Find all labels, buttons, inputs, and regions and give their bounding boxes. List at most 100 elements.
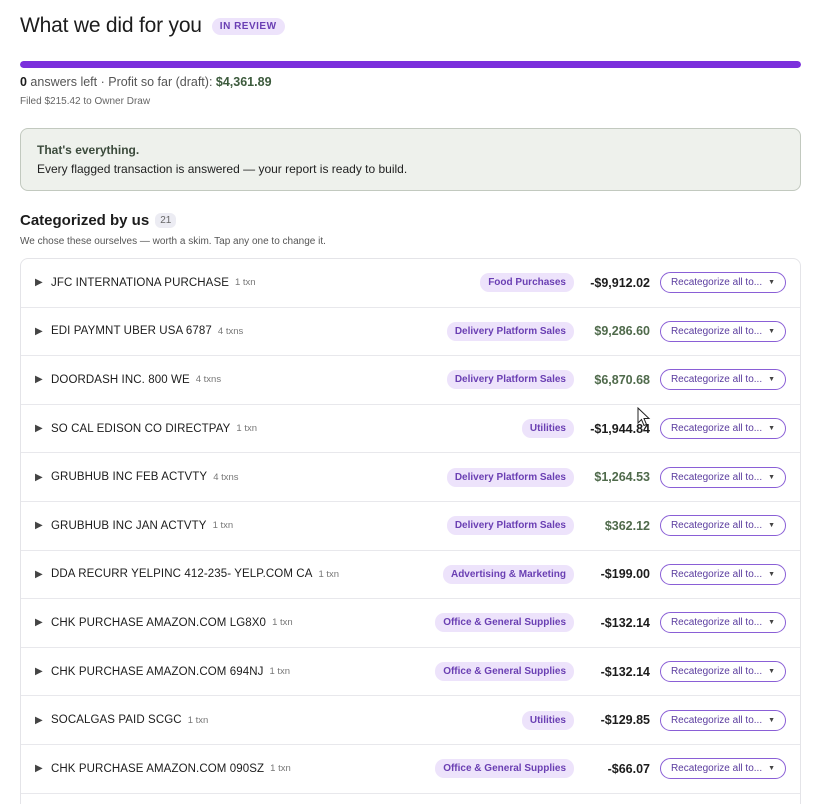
- filed-note: Filed $215.42 to Owner Draw: [20, 96, 151, 107]
- mouse-cursor-icon: [637, 407, 651, 427]
- status-badge: IN REVIEW: [211, 17, 285, 35]
- categorized-list: ▶ JFC INTERNATIONA PURCHASE 1 txn Food Purc…: [20, 258, 801, 804]
- progress-bar-fill: [20, 61, 801, 68]
- caret-right-icon[interactable]: ▶: [35, 326, 45, 337]
- amount-value: -$9,912.02: [590, 275, 650, 290]
- caret-right-icon[interactable]: ▶: [35, 763, 45, 774]
- recategorize-button[interactable]: Recategorize all to... ▼: [660, 563, 786, 585]
- progress-bar: [20, 61, 801, 68]
- list-item[interactable]: ▶ JFC INTERNATIONA PURCHASE 1 txn Food Purc…: [21, 259, 800, 308]
- amount-value: -$199.00: [600, 567, 650, 582]
- list-item[interactable]: ▶ CHK PURCHASE AMAZON.COM LG8X0 1 txn Offic…: [21, 599, 800, 648]
- recategorize-button[interactable]: Recategorize all to... ▼: [660, 272, 786, 294]
- amount-value: $362.12: [604, 518, 650, 533]
- merchant-name: CHK PURCHASE AMAZON.COM LG8X0: [51, 616, 267, 629]
- txn-count: 4 txns: [217, 325, 244, 337]
- amount-value: -$132.14: [600, 615, 650, 630]
- merchant-name: SO CAL EDISON CO DIRECTPAY: [51, 422, 231, 435]
- list-item[interactable]: ▶ CHK PURCHASE AMAZON.COM 090SZ 1 txn Offic…: [21, 745, 800, 794]
- merchant-name: JFC INTERNATIONA PURCHASE: [51, 276, 229, 289]
- recategorize-label: Recategorize all to...: [670, 325, 763, 337]
- page-title: What we did for you: [20, 14, 202, 37]
- recategorize-button[interactable]: Recategorize all to... ▼: [660, 758, 786, 780]
- chevron-down-icon: ▼: [768, 279, 776, 287]
- amount-value: $6,870.68: [594, 372, 650, 387]
- recategorize-label: Recategorize all to...: [670, 666, 763, 678]
- category-badge: Delivery Platform Sales: [446, 516, 574, 536]
- recategorize-button[interactable]: Recategorize all to... ▼: [660, 709, 786, 731]
- chevron-down-icon: ▼: [768, 570, 776, 578]
- section-header: Categorized by us 21: [20, 212, 177, 229]
- chevron-down-icon: ▼: [768, 473, 776, 481]
- recategorize-button[interactable]: Recategorize all to... ▼: [660, 320, 786, 342]
- answers-left-text: answers left · Profit so far (draft):: [26, 75, 216, 89]
- recategorize-label: Recategorize all to...: [670, 423, 763, 435]
- list-item[interactable]: ▶ EDI PAYMNT UBER USA 6787 4 txns Delivery …: [21, 308, 800, 357]
- section-count-badge: 21: [155, 213, 177, 228]
- answers-left-count: 0: [20, 75, 27, 89]
- category-badge: Office & General Supplies: [435, 759, 574, 779]
- amount-value: -$66.07: [607, 761, 650, 776]
- recategorize-label: Recategorize all to...: [670, 374, 763, 386]
- txn-count: 1 txn: [236, 423, 257, 435]
- list-item[interactable]: ▶ CHK PURCHASE AMAZON.COM 694NJ 1 txn Offic…: [21, 648, 800, 697]
- recategorize-label: Recategorize all to...: [670, 763, 763, 775]
- category-badge: Delivery Platform Sales: [446, 321, 574, 341]
- page-header: What we did for you IN REVIEW: [20, 14, 285, 38]
- caret-right-icon[interactable]: ▶: [35, 569, 45, 580]
- merchant-name: GRUBHUB INC JAN ACTVTY: [51, 519, 207, 532]
- chevron-down-icon: ▼: [768, 668, 776, 676]
- list-item[interactable]: ▶ DDA RECURR YELPINC 412-235- YELP.COM CA…: [21, 551, 800, 600]
- recategorize-label: Recategorize all to...: [670, 714, 763, 726]
- recategorize-button[interactable]: Recategorize all to... ▼: [660, 369, 786, 391]
- recategorize-label: Recategorize all to...: [670, 520, 763, 532]
- recategorize-button[interactable]: Recategorize all to... ▼: [660, 466, 786, 488]
- profit-value: $4,361.89: [215, 75, 272, 89]
- list-item[interactable]: ▶ GRUBHUB INC FEB ACTVTY 4 txns Delivery Pl…: [21, 453, 800, 502]
- chevron-down-icon: ▼: [768, 619, 776, 627]
- recategorize-label: Recategorize all to...: [670, 617, 763, 629]
- caret-right-icon[interactable]: ▶: [35, 374, 45, 385]
- caret-right-icon[interactable]: ▶: [35, 277, 45, 288]
- caret-right-icon[interactable]: ▶: [35, 472, 45, 483]
- section-title: Categorized by us: [20, 212, 150, 229]
- list-item[interactable]: ▶ SOCALGAS PAID SCGC 1 txn Utilities -$129.8…: [21, 696, 800, 745]
- amount-value: $9,286.60: [594, 324, 650, 339]
- summary-line: 0 answers left · Profit so far (draft): …: [20, 75, 272, 89]
- recategorize-button[interactable]: Recategorize all to... ▼: [660, 612, 786, 634]
- caret-right-icon[interactable]: ▶: [35, 715, 45, 726]
- txn-count: 4 txns: [213, 471, 239, 483]
- list-item[interactable]: ▶ SO CAL EDISON CO DIRECTPAY 1 txn Utilitie…: [21, 405, 800, 454]
- chevron-down-icon: ▼: [768, 522, 776, 530]
- txn-count: 1 txn: [272, 617, 293, 629]
- category-badge: Utilities: [521, 419, 574, 439]
- merchant-name: DOORDASH INC. 800 WE: [51, 373, 190, 386]
- category-badge: Food Purchases: [480, 273, 574, 293]
- list-item[interactable]: ▶ GRUBHUB INC JAN ACTVTY 1 txn Delivery Pla…: [21, 502, 800, 551]
- caret-right-icon[interactable]: ▶: [35, 666, 45, 677]
- category-badge: Utilities: [521, 710, 574, 730]
- txn-count: 1 txn: [318, 568, 340, 580]
- caret-right-icon[interactable]: ▶: [35, 423, 45, 434]
- recategorize-button[interactable]: Recategorize all to... ▼: [660, 661, 786, 683]
- chevron-down-icon: ▼: [768, 327, 776, 335]
- recategorize-button[interactable]: Recategorize all to... ▼: [660, 515, 786, 537]
- amount-value: $1,264.53: [594, 470, 650, 485]
- completion-text: Every flagged transaction is answered — …: [37, 162, 408, 176]
- txn-count: 1 txn: [187, 714, 209, 726]
- category-badge: Delivery Platform Sales: [446, 467, 574, 487]
- merchant-name: GRUBHUB INC FEB ACTVTY: [51, 471, 208, 484]
- chevron-down-icon: ▼: [768, 716, 776, 724]
- recategorize-label: Recategorize all to...: [670, 277, 763, 289]
- caret-right-icon[interactable]: ▶: [35, 617, 45, 628]
- caret-right-icon[interactable]: ▶: [35, 520, 45, 531]
- merchant-name: CHK PURCHASE AMAZON.COM 090SZ: [51, 762, 265, 775]
- completion-title: That's everything.: [37, 143, 140, 157]
- chevron-down-icon: ▼: [768, 765, 776, 773]
- section-subtitle: We chose these ourselves — worth a skim.…: [20, 236, 326, 247]
- merchant-name: SOCALGAS PAID SCGC: [51, 714, 182, 727]
- list-item[interactable]: ▶ DOORDASH INC. 800 WE 4 txns Delivery Plat…: [21, 356, 800, 405]
- recategorize-button[interactable]: Recategorize all to... ▼: [660, 418, 786, 440]
- txn-count: 1 txn: [270, 763, 291, 775]
- amount-value: -$129.85: [600, 713, 650, 728]
